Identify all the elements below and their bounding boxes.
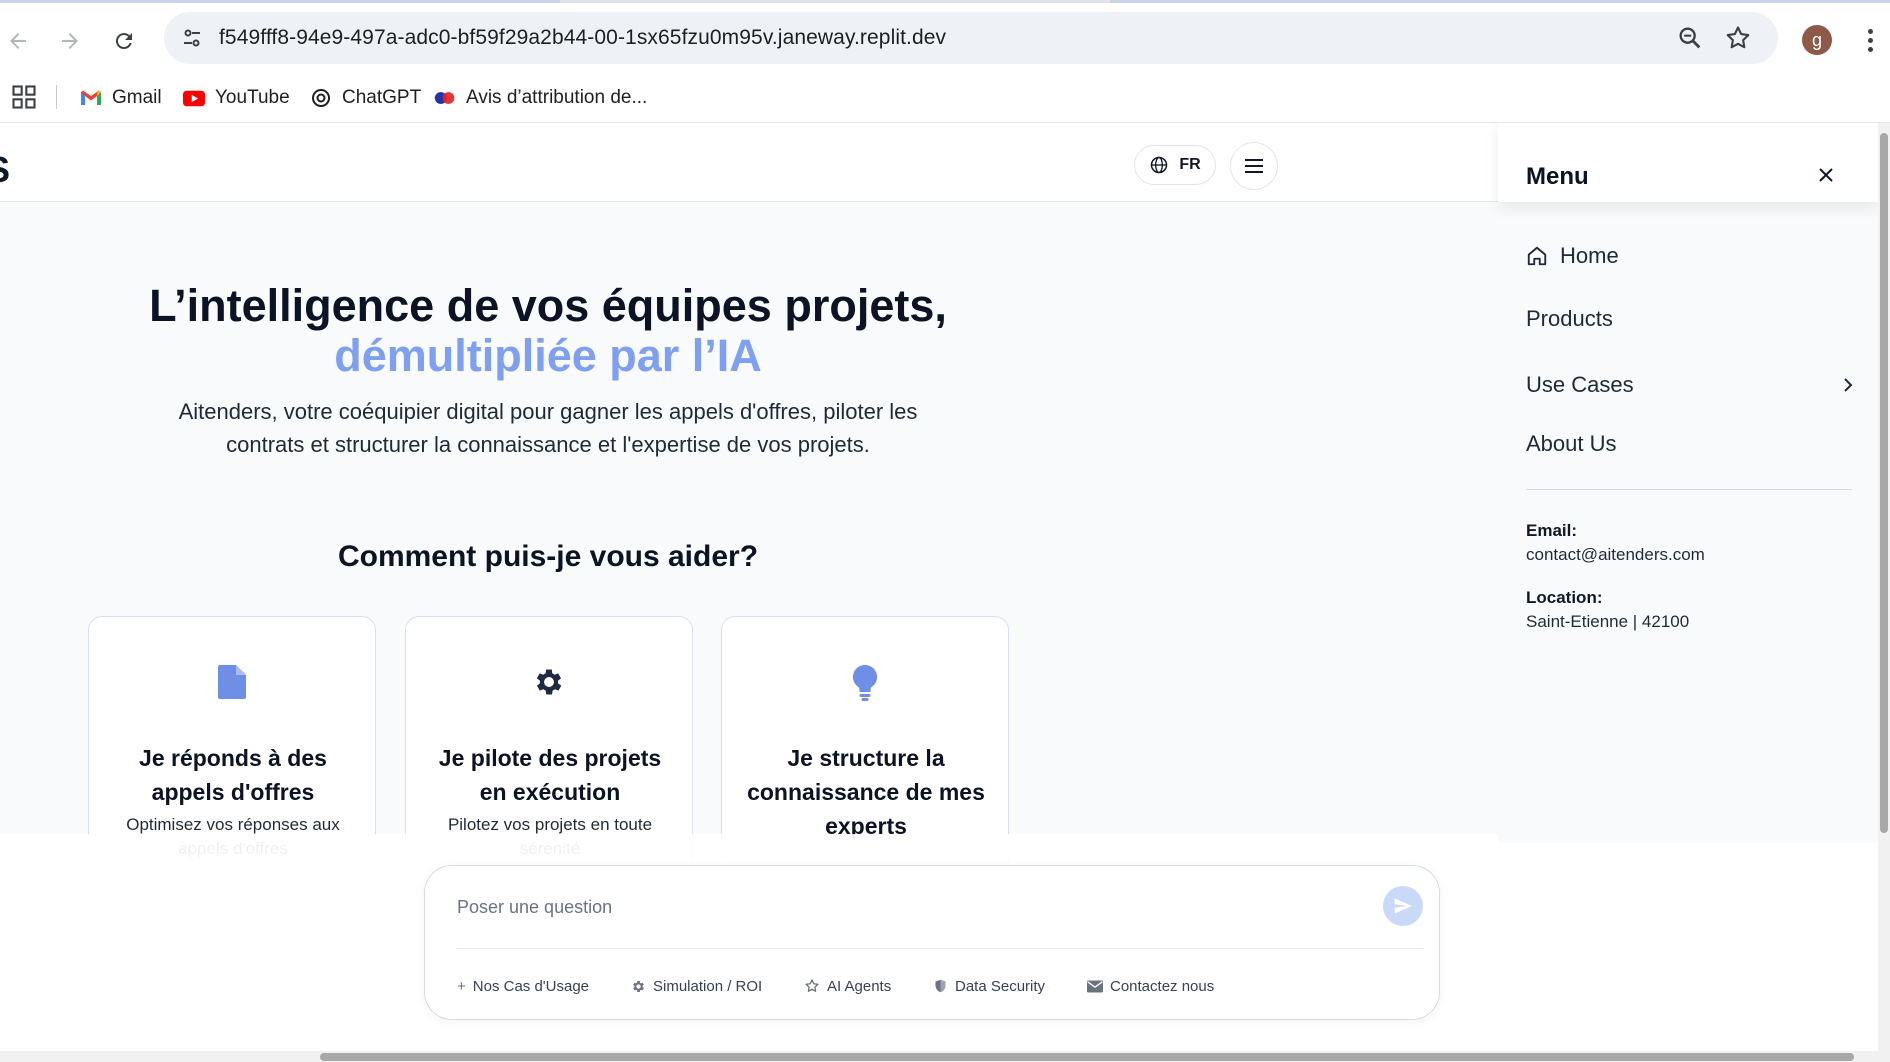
bookmark-youtube[interactable]: YouTube (183, 85, 290, 111)
bookmark-label: YouTube (215, 87, 290, 108)
apps-grid-icon[interactable] (10, 83, 38, 111)
chat-composer: + Nos Cas d'Usage Simulation / ROI AI Ag… (424, 865, 1440, 1020)
language-label: FR (1179, 156, 1201, 173)
menu-item-label: Products (1526, 306, 1613, 331)
bookmark-label: ChatGPT (342, 87, 422, 108)
gmail-icon (80, 87, 102, 109)
menu-item-products[interactable]: Products (1526, 303, 1613, 335)
email-value[interactable]: contact@aitenders.com (1526, 545, 1705, 565)
menu-item-home[interactable]: Home (1526, 240, 1619, 272)
gear-icon (536, 669, 562, 695)
chip-label: AI Agents (827, 977, 892, 995)
vertical-scroll-thumb[interactable] (1880, 133, 1888, 833)
bookmarks-bar: Gmail YouTube ChatGPT Avis d’attribution… (0, 73, 1890, 123)
gear-icon (633, 980, 644, 992)
bookmark-label: Gmail (112, 87, 162, 108)
plus-icon: + (457, 977, 466, 995)
hero-subtitle: Aitenders, votre coéquipier digital pour… (118, 395, 978, 461)
help-heading: Comment puis-je vous aider? (337, 540, 759, 573)
menu-divider (1526, 489, 1852, 490)
reload-button[interactable] (106, 23, 142, 59)
side-menu: Menu Home Products Use Cases About Us Em… (1498, 123, 1878, 843)
vertical-scrollbar[interactable] (1878, 123, 1890, 1062)
card-title: Je réponds à des appels d'offres (139, 745, 327, 805)
avis-icon (434, 87, 456, 109)
menu-item-label: Use Cases (1526, 372, 1634, 397)
youtube-icon (183, 87, 205, 109)
hamburger-icon (1245, 159, 1263, 173)
mail-icon (1087, 980, 1103, 992)
menu-item-label: Home (1560, 243, 1619, 268)
hero-subtitle-line1: Aitenders, votre coéquipier digital pour… (178, 399, 918, 424)
forward-button[interactable] (52, 23, 88, 59)
document-icon (218, 665, 246, 699)
chip-ai-agents[interactable]: AI Agents (804, 974, 891, 998)
web-page: S FR L’intelligence de vos équipes proje… (0, 123, 1890, 1062)
back-button[interactable] (0, 23, 36, 59)
close-icon (1819, 168, 1833, 182)
star-icon (805, 979, 819, 992)
browser-toolbar: f549fff8-94e9-497a-adc0-bf59f29a2b44-00-… (0, 3, 1890, 73)
lightbulb-icon (852, 665, 878, 701)
hero-title-line1: L’intelligence de vos équipes projets, (149, 280, 947, 331)
hero-title-accent: démultipliée par l’IA (334, 330, 762, 381)
chip-label: Data Security (955, 977, 1046, 995)
question-input[interactable] (457, 890, 1357, 924)
chip-label: Nos Cas d'Usage (472, 977, 590, 995)
horizontal-scroll-thumb[interactable] (320, 1053, 1854, 1061)
card-title: Je structure la connaissance de mes expe… (747, 745, 985, 839)
bookmark-gmail[interactable]: Gmail (80, 85, 162, 111)
chip-use-cases[interactable]: + Nos Cas d'Usage (457, 974, 589, 998)
menu-item-label: About Us (1526, 431, 1617, 456)
send-icon (1394, 898, 1413, 914)
chatgpt-icon (310, 87, 332, 109)
location-label: Location: (1526, 588, 1603, 607)
email-label: Email: (1526, 521, 1578, 540)
language-switcher[interactable]: FR (1134, 145, 1216, 185)
bookmark-avis[interactable]: Avis d’attribution de... (434, 85, 647, 111)
chip-label: Contactez nous (1110, 977, 1215, 995)
browser-menu-icon[interactable] (1858, 25, 1882, 55)
url-text[interactable]: f549fff8-94e9-497a-adc0-bf59f29a2b44-00-… (219, 26, 946, 50)
menu-item-use-cases[interactable]: Use Cases (1526, 369, 1634, 401)
hero-subtitle-line2: contrats et structurer la connaissance e… (226, 432, 870, 457)
chip-data-security[interactable]: Data Security (933, 974, 1045, 998)
address-bar[interactable]: f549fff8-94e9-497a-adc0-bf59f29a2b44-00-… (164, 12, 1778, 64)
zoom-icon[interactable] (1676, 24, 1704, 52)
chip-label: Simulation / ROI (653, 977, 763, 995)
hero-title: L’intelligence de vos équipes projets, d… (108, 281, 988, 381)
close-menu-button[interactable] (1814, 163, 1838, 187)
arrow-right-icon (62, 33, 78, 49)
site-header: S FR (0, 123, 1498, 202)
composer-divider (457, 948, 1423, 949)
bookmark-star-icon[interactable] (1724, 24, 1752, 52)
globe-icon (1151, 156, 1168, 174)
chevron-right-icon[interactable] (1838, 375, 1858, 395)
menu-item-about[interactable]: About Us (1526, 428, 1617, 460)
menu-toggle-button[interactable] (1230, 142, 1278, 190)
site-info-icon[interactable] (176, 22, 208, 54)
horizontal-scrollbar[interactable] (0, 1051, 1878, 1062)
bookmark-label: Avis d’attribution de... (466, 87, 648, 108)
home-icon (1527, 246, 1547, 266)
arrow-left-icon (10, 33, 26, 49)
bookmarks-divider (56, 85, 57, 109)
menu-title: Menu (1526, 163, 1589, 190)
profile-avatar[interactable]: g (1802, 25, 1832, 55)
send-button[interactable] (1383, 886, 1423, 926)
reload-icon (115, 33, 132, 50)
location-value: Saint-Etienne | 42100 (1526, 612, 1690, 631)
site-logo[interactable]: S (0, 149, 10, 191)
card-title: Je pilote des projets en exécution (438, 745, 662, 805)
menu-header: Menu (1498, 123, 1878, 202)
chip-simulation[interactable]: Simulation / ROI (631, 974, 762, 998)
bookmark-chatgpt[interactable]: ChatGPT (310, 85, 421, 111)
chip-contact[interactable]: Contactez nous (1087, 974, 1214, 998)
shield-icon (935, 979, 946, 993)
